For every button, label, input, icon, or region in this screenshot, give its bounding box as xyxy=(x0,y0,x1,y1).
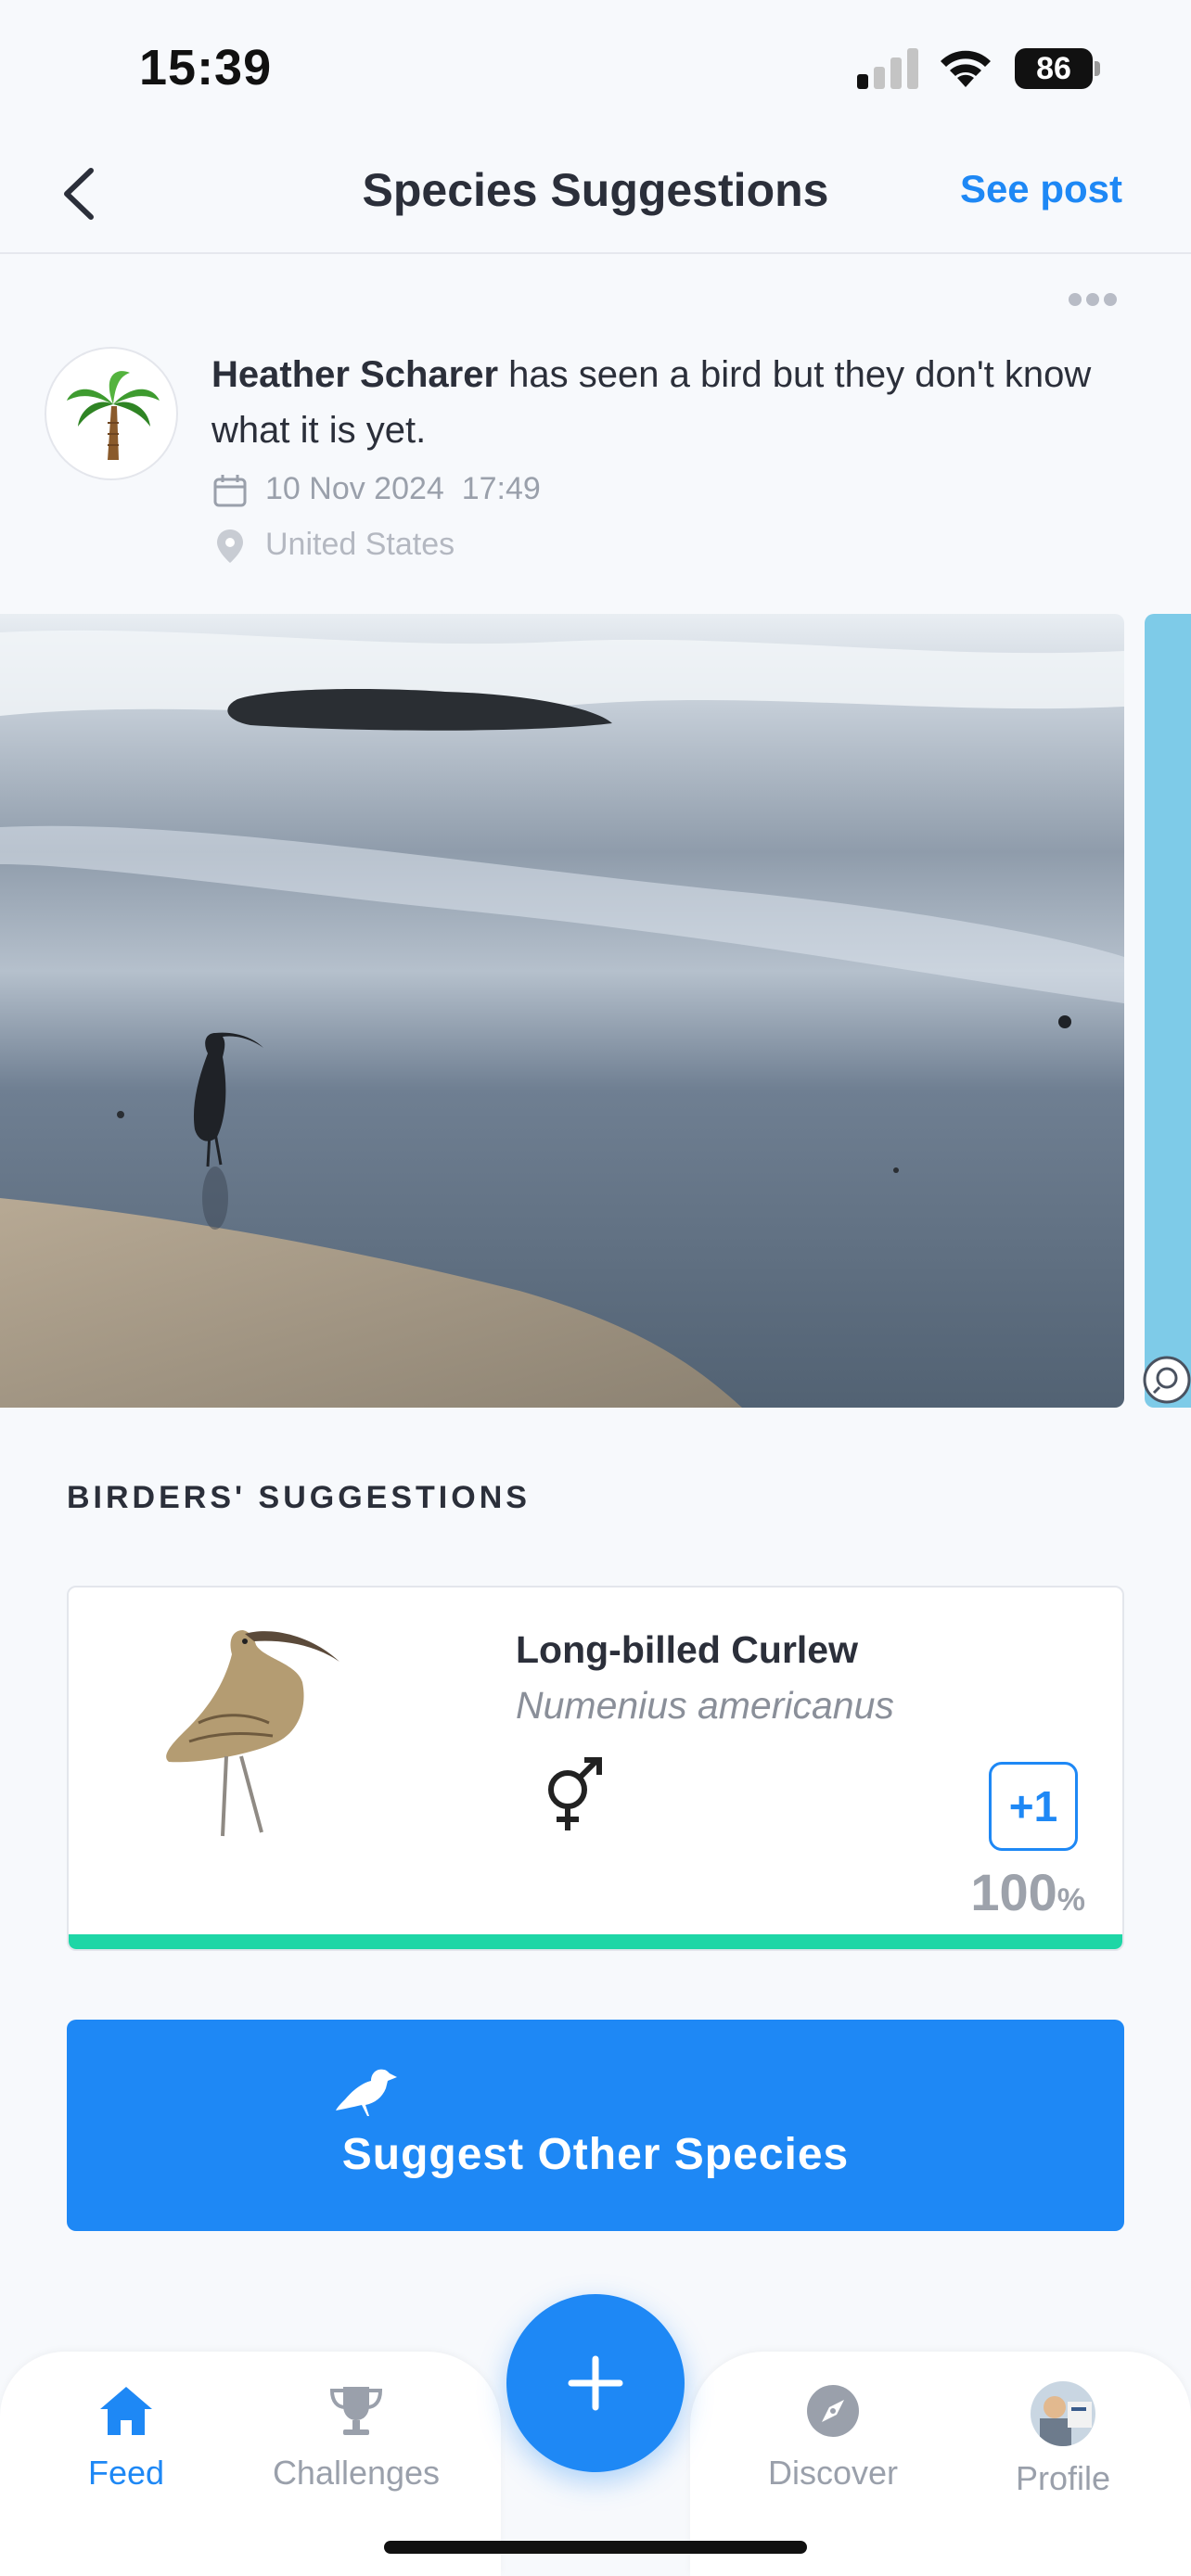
tab-profile[interactable]: Profile xyxy=(961,2381,1165,2498)
battery-level: 86 xyxy=(1015,48,1093,89)
next-photo-preview[interactable] xyxy=(1145,614,1191,1408)
upvote-button[interactable]: +1 xyxy=(989,1762,1078,1851)
post-location-row: United States xyxy=(211,527,455,565)
add-observation-button[interactable] xyxy=(506,2294,685,2472)
profile-avatar xyxy=(1031,2381,1095,2446)
agreement-progress-bar xyxy=(69,1934,1122,1949)
location-pin-icon xyxy=(217,529,243,564)
status-bar: 15:39 86 xyxy=(0,0,1191,139)
species-common-name: Long-billed Curlew xyxy=(516,1628,858,1671)
wifi-icon xyxy=(941,50,991,87)
palm-tree-icon xyxy=(67,371,160,460)
avatar[interactable] xyxy=(45,347,178,480)
beach-photo-image xyxy=(0,614,1124,1408)
compass-icon xyxy=(807,2385,859,2437)
battery-indicator: 86 xyxy=(1015,48,1100,89)
cellular-signal-icon xyxy=(857,48,918,89)
bird-icon xyxy=(336,2069,397,2116)
tab-challenges-label: Challenges xyxy=(272,2454,441,2492)
bird-observation-photo[interactable] xyxy=(0,614,1124,1408)
tab-feed[interactable]: Feed xyxy=(24,2381,228,2493)
tab-discover[interactable]: Discover xyxy=(731,2381,935,2493)
tab-profile-label: Profile xyxy=(1015,2459,1111,2497)
tab-challenges[interactable]: Challenges xyxy=(254,2381,458,2493)
home-indicator xyxy=(384,2541,807,2554)
suggest-other-species-button[interactable]: Suggest Other Species xyxy=(67,2020,1124,2231)
tab-discover-label: Discover xyxy=(767,2454,899,2492)
plus-icon xyxy=(568,2355,623,2411)
species-latin-name: Numenius americanus xyxy=(516,1684,894,1727)
agreement-percent: 100% xyxy=(970,1863,1085,1921)
suggest-button-label: Suggest Other Species xyxy=(341,2130,850,2179)
post-date-row: 10 Nov 2024 17:49 xyxy=(211,471,541,509)
calendar-icon xyxy=(213,475,247,507)
more-options-icon[interactable] xyxy=(1069,293,1124,312)
long-billed-curlew-image xyxy=(166,1630,339,1837)
section-title: BIRDERS' SUGGESTIONS xyxy=(67,1480,531,1515)
post-description: Heather Scharer has seen a bird but they… xyxy=(211,347,1102,458)
post-location: United States xyxy=(265,527,455,562)
agreement-progress-fill xyxy=(69,1934,1122,1949)
status-time: 15:39 xyxy=(139,40,273,96)
navigation-header: Species Suggestions See post xyxy=(0,139,1191,254)
sex-unknown-icon xyxy=(548,1757,602,1830)
see-post-link[interactable]: See post xyxy=(960,167,1122,211)
post-date: 10 Nov 2024 xyxy=(265,471,444,506)
tab-feed-label: Feed xyxy=(87,2454,165,2492)
home-icon xyxy=(100,2387,152,2435)
suggestion-card[interactable]: Long-billed Curlew Numenius americanus +… xyxy=(67,1586,1124,1951)
trophy-icon xyxy=(329,2387,383,2435)
zoom-icon[interactable] xyxy=(1143,1356,1191,1404)
author-name[interactable]: Heather Scharer xyxy=(211,354,498,395)
post-time: 17:49 xyxy=(461,471,541,506)
